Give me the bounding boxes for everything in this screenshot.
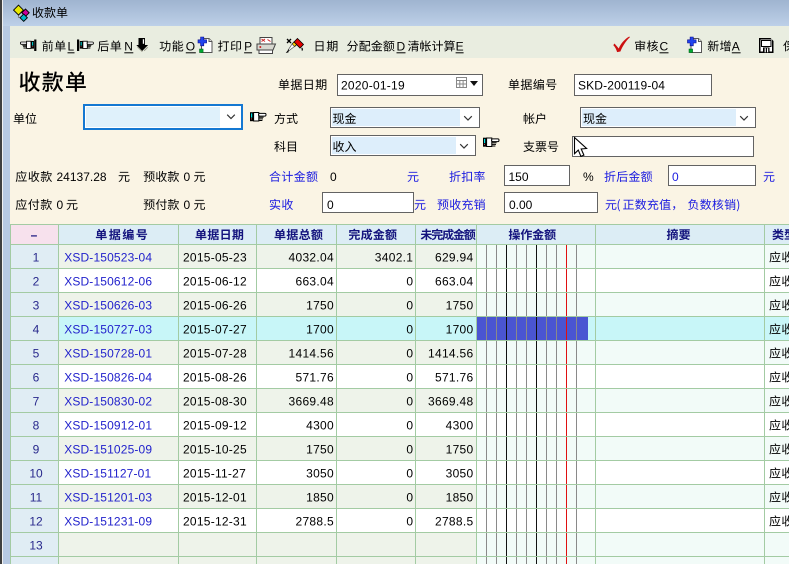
svg-text:L: L bbox=[68, 40, 75, 54]
svg-text:9: 9 bbox=[33, 443, 40, 457]
svg-text:XSD-150826-04: XSD-150826-04 bbox=[64, 371, 152, 385]
svg-text:0: 0 bbox=[330, 170, 337, 184]
svg-text:2: 2 bbox=[33, 275, 40, 289]
svg-text:D: D bbox=[397, 40, 406, 54]
svg-text:P: P bbox=[244, 40, 252, 54]
svg-text:24137.28: 24137.28 bbox=[57, 170, 107, 184]
svg-text:1750: 1750 bbox=[446, 443, 474, 457]
svg-text:1: 1 bbox=[33, 251, 40, 265]
svg-text:2015-08-30: 2015-08-30 bbox=[183, 395, 247, 409]
svg-text:2015-06-12: 2015-06-12 bbox=[183, 275, 247, 289]
svg-text:XSD-150728-01: XSD-150728-01 bbox=[64, 347, 152, 361]
svg-text:12: 12 bbox=[29, 515, 43, 529]
svg-text:10: 10 bbox=[29, 467, 43, 481]
svg-text:4300: 4300 bbox=[306, 419, 334, 433]
svg-text:1414.56: 1414.56 bbox=[428, 347, 474, 361]
svg-text:0: 0 bbox=[184, 170, 191, 184]
svg-text:0: 0 bbox=[57, 198, 64, 212]
svg-text:XSD-150727-03: XSD-150727-03 bbox=[64, 323, 152, 337]
svg-text:3669.48: 3669.48 bbox=[289, 395, 335, 409]
svg-text:2015-07-28: 2015-07-28 bbox=[183, 347, 247, 361]
svg-text:0: 0 bbox=[406, 491, 413, 505]
svg-text:2015-07-27: 2015-07-27 bbox=[183, 323, 247, 337]
svg-text:E: E bbox=[456, 40, 464, 54]
svg-text:3: 3 bbox=[33, 299, 40, 313]
svg-text:1750: 1750 bbox=[446, 299, 474, 313]
svg-text:XSD-150523-04: XSD-150523-04 bbox=[64, 251, 152, 265]
svg-text:2015-12-31: 2015-12-31 bbox=[183, 515, 247, 529]
svg-text:XSD-151231-09: XSD-151231-09 bbox=[64, 515, 152, 529]
svg-text:0: 0 bbox=[406, 443, 413, 457]
svg-text:1850: 1850 bbox=[446, 491, 474, 505]
svg-text:7: 7 bbox=[33, 395, 40, 409]
svg-text:XSD-151127-01: XSD-151127-01 bbox=[64, 467, 151, 481]
svg-text:629.94: 629.94 bbox=[435, 251, 474, 265]
svg-text:0: 0 bbox=[327, 198, 334, 212]
svg-text:%: % bbox=[583, 170, 594, 184]
svg-text:0: 0 bbox=[406, 467, 413, 481]
svg-text:6: 6 bbox=[33, 371, 40, 385]
svg-text:0: 0 bbox=[406, 371, 413, 385]
svg-text:XSD-150912-01: XSD-150912-01 bbox=[64, 419, 152, 433]
svg-text:XSD-150612-06: XSD-150612-06 bbox=[64, 275, 152, 289]
svg-text:1700: 1700 bbox=[306, 323, 334, 337]
svg-text:1850: 1850 bbox=[306, 491, 334, 505]
svg-text:A: A bbox=[732, 40, 740, 54]
svg-text:11: 11 bbox=[30, 491, 43, 505]
svg-text:XSD-151025-09: XSD-151025-09 bbox=[64, 443, 152, 457]
svg-text:N: N bbox=[124, 40, 133, 54]
svg-text:3402.1: 3402.1 bbox=[375, 251, 414, 265]
svg-text:663.04: 663.04 bbox=[435, 275, 474, 289]
svg-text:4300: 4300 bbox=[446, 419, 474, 433]
svg-text:571.76: 571.76 bbox=[295, 371, 334, 385]
svg-text:663.04: 663.04 bbox=[295, 275, 334, 289]
svg-text:SKD-200119-04: SKD-200119-04 bbox=[578, 79, 665, 93]
svg-text:0: 0 bbox=[406, 299, 413, 313]
svg-text:1750: 1750 bbox=[306, 299, 334, 313]
svg-text:0: 0 bbox=[406, 323, 413, 337]
svg-text:XSD-150830-02: XSD-150830-02 bbox=[64, 395, 152, 409]
svg-text:0: 0 bbox=[184, 198, 191, 212]
svg-text:2788.5: 2788.5 bbox=[295, 515, 334, 529]
svg-text:3050: 3050 bbox=[306, 467, 334, 481]
svg-text:2788.5: 2788.5 bbox=[435, 515, 474, 529]
svg-text:1700: 1700 bbox=[446, 323, 474, 337]
svg-text:2020-01-19: 2020-01-19 bbox=[341, 79, 405, 93]
svg-text:O: O bbox=[186, 40, 195, 54]
svg-text:2015-10-25: 2015-10-25 bbox=[183, 443, 247, 457]
svg-text:150: 150 bbox=[509, 170, 529, 184]
svg-text:5: 5 bbox=[33, 347, 40, 361]
svg-text:0: 0 bbox=[406, 395, 413, 409]
svg-text:4: 4 bbox=[33, 323, 40, 337]
svg-text:0: 0 bbox=[406, 275, 413, 289]
svg-text:8: 8 bbox=[33, 419, 40, 433]
svg-text:2015-11-27: 2015-11-27 bbox=[183, 467, 246, 481]
svg-text:0: 0 bbox=[406, 419, 413, 433]
svg-text:1750: 1750 bbox=[306, 443, 334, 457]
svg-text:2015-05-23: 2015-05-23 bbox=[183, 251, 247, 265]
svg-text:2015-06-26: 2015-06-26 bbox=[183, 299, 247, 313]
svg-text:13: 13 bbox=[29, 539, 43, 553]
svg-text:0.00: 0.00 bbox=[509, 198, 533, 212]
svg-text:0: 0 bbox=[406, 515, 413, 529]
svg-text:0: 0 bbox=[672, 170, 679, 184]
svg-text:3669.48: 3669.48 bbox=[428, 395, 474, 409]
svg-text:–: – bbox=[31, 228, 38, 242]
svg-text:C: C bbox=[660, 40, 669, 54]
svg-text:2015-09-12: 2015-09-12 bbox=[183, 419, 247, 433]
svg-text:2015-08-26: 2015-08-26 bbox=[183, 371, 247, 385]
svg-text:3050: 3050 bbox=[446, 467, 474, 481]
svg-text:2015-12-01: 2015-12-01 bbox=[183, 491, 247, 505]
svg-text:4032.04: 4032.04 bbox=[289, 251, 335, 265]
svg-text:1414.56: 1414.56 bbox=[289, 347, 335, 361]
svg-text:571.76: 571.76 bbox=[435, 371, 474, 385]
svg-text:XSD-151201-03: XSD-151201-03 bbox=[64, 491, 152, 505]
svg-text:0: 0 bbox=[406, 347, 413, 361]
svg-text:XSD-150626-03: XSD-150626-03 bbox=[64, 299, 152, 313]
